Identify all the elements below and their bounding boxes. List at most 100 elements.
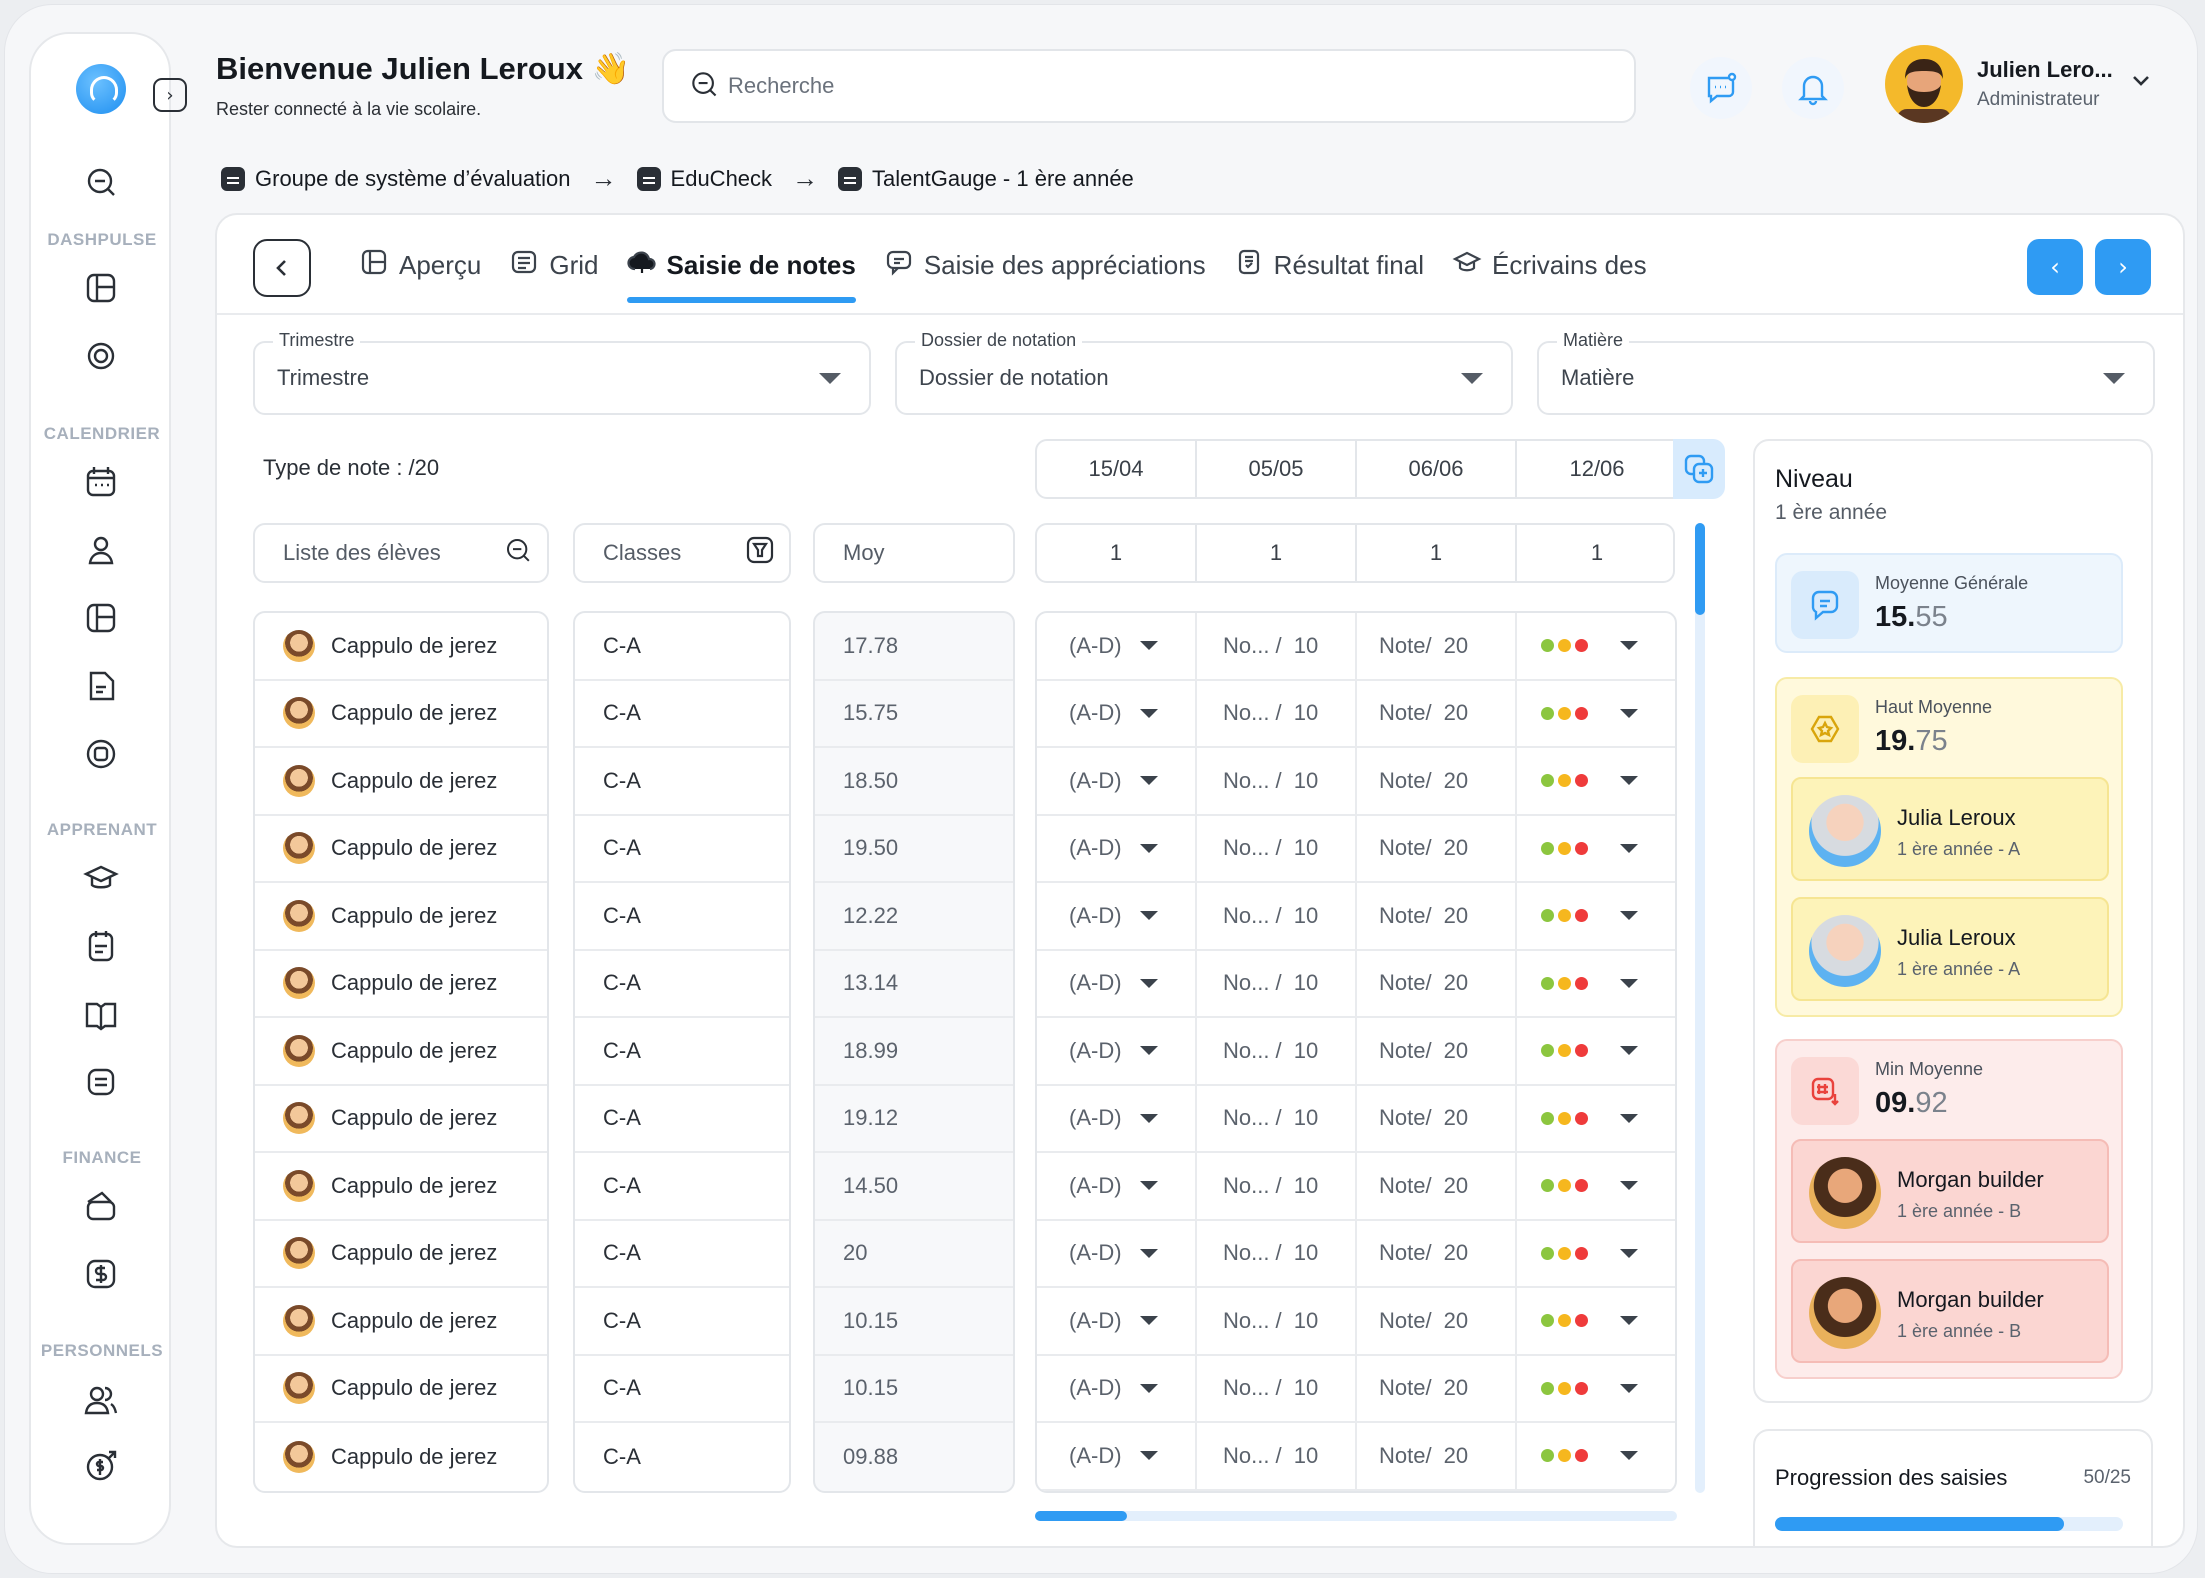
status-select[interactable] <box>1517 1018 1675 1086</box>
table-row[interactable]: Cappulo de jerez <box>255 1423 547 1491</box>
note20-input[interactable]: Note/20 <box>1357 883 1517 951</box>
table-row[interactable]: Cappulo de jerez <box>255 1018 547 1086</box>
filter-dossier[interactable]: Dossier de notation Dossier de notation <box>895 330 1513 415</box>
status-select[interactable] <box>1517 681 1675 748</box>
table-row[interactable]: Cappulo de jerez <box>255 1288 547 1356</box>
notes-icon[interactable] <box>83 928 119 964</box>
search-bar[interactable] <box>662 49 1636 123</box>
note20-input[interactable]: Note/20 <box>1357 950 1517 1018</box>
user-name[interactable]: Julien Lero... <box>1977 57 2113 83</box>
search-icon[interactable] <box>503 535 533 571</box>
low-student-card[interactable]: Morgan builder 1 ère année - B <box>1791 1139 2109 1243</box>
sidebar-collapse-button[interactable]: › <box>153 78 187 112</box>
note10-input[interactable]: No.../ 10 <box>1197 1018 1357 1086</box>
tabs-prev-button[interactable]: ‹ <box>2027 239 2083 295</box>
coefficient-cell[interactable]: 1 <box>1197 525 1357 581</box>
note10-input[interactable]: No.../ 10 <box>1197 1423 1357 1491</box>
tab-saisie-des-appr-ciations[interactable]: Saisie des appréciations <box>870 215 1220 315</box>
date-header[interactable]: 12/06 <box>1517 441 1677 497</box>
note10-input[interactable]: No.../ 10 <box>1197 1153 1357 1221</box>
status-select[interactable] <box>1517 1288 1675 1356</box>
add-date-button[interactable] <box>1673 439 1725 499</box>
coefficient-cell[interactable]: 1 <box>1037 525 1197 581</box>
tab-saisie-de-notes[interactable]: Saisie de notes <box>613 215 870 315</box>
letter-grade-select[interactable]: (A-D) <box>1037 1085 1197 1153</box>
notifications-button[interactable] <box>1782 57 1844 119</box>
dashboard-icon[interactable] <box>83 270 119 306</box>
messages-button[interactable] <box>1690 57 1752 119</box>
search-icon[interactable] <box>83 164 119 200</box>
layout-icon[interactable] <box>83 600 119 636</box>
note10-input[interactable]: No.../ 10 <box>1197 748 1357 816</box>
status-select[interactable] <box>1517 883 1675 951</box>
note20-input[interactable]: Note/20 <box>1357 1423 1517 1491</box>
vertical-scrollbar-thumb[interactable] <box>1695 523 1705 615</box>
note10-input[interactable]: No.../ 10 <box>1197 883 1357 951</box>
note20-input[interactable]: Note/20 <box>1357 1085 1517 1153</box>
top-student-card[interactable]: Julia Leroux 1 ère année - A <box>1791 897 2109 1001</box>
letter-grade-select[interactable]: (A-D) <box>1037 1018 1197 1086</box>
app-logo[interactable] <box>76 64 126 114</box>
document-icon[interactable] <box>83 668 119 704</box>
status-select[interactable] <box>1517 1423 1675 1491</box>
status-select[interactable] <box>1517 1356 1675 1423</box>
tab-aper-u[interactable]: Aperçu <box>345 215 495 315</box>
coefficient-cell[interactable]: 1 <box>1517 525 1677 581</box>
pulse-icon[interactable] <box>83 338 119 374</box>
status-select[interactable] <box>1517 748 1675 816</box>
user-icon[interactable] <box>83 532 119 568</box>
tab--crivains-des-notes[interactable]: Écrivains des Notes <box>1438 215 1655 315</box>
exam-icon[interactable] <box>83 736 119 772</box>
filter-trimestre[interactable]: Trimestre Trimestre <box>253 330 871 415</box>
note10-input[interactable]: No.../ 10 <box>1197 1085 1357 1153</box>
note10-input[interactable]: No.../ 10 <box>1197 1220 1357 1288</box>
date-header[interactable]: 05/05 <box>1197 441 1357 497</box>
table-row[interactable]: Cappulo de jerez <box>255 1086 547 1153</box>
students-column-header[interactable]: Liste des élèves <box>253 523 549 583</box>
table-row[interactable]: Cappulo de jerez <box>255 681 547 748</box>
status-select[interactable] <box>1517 1221 1675 1288</box>
note20-input[interactable]: Note/20 <box>1357 1288 1517 1356</box>
table-row[interactable]: Cappulo de jerez <box>255 1153 547 1221</box>
letter-grade-select[interactable]: (A-D) <box>1037 1220 1197 1288</box>
note10-input[interactable]: No.../ 10 <box>1197 1288 1357 1356</box>
note20-input[interactable]: Note/20 <box>1357 613 1517 681</box>
table-row[interactable]: Cappulo de jerez <box>255 613 547 681</box>
breadcrumb-item-educheck[interactable]: EduCheck <box>636 166 772 192</box>
status-select[interactable] <box>1517 613 1675 681</box>
dollar-icon[interactable] <box>83 1256 119 1292</box>
book-icon[interactable] <box>83 996 119 1032</box>
date-header[interactable]: 06/06 <box>1357 441 1517 497</box>
classes-column-header[interactable]: Classes <box>573 523 791 583</box>
letter-grade-select[interactable]: (A-D) <box>1037 815 1197 883</box>
status-select[interactable] <box>1517 1153 1675 1221</box>
note20-input[interactable]: Note/20 <box>1357 748 1517 816</box>
note20-input[interactable]: Note/20 <box>1357 815 1517 883</box>
note10-input[interactable]: No.../ 10 <box>1197 950 1357 1018</box>
breadcrumb-item-talentgauge[interactable]: TalentGauge - 1 ère année <box>838 166 1134 192</box>
table-row[interactable]: Cappulo de jerez <box>255 816 547 883</box>
note10-input[interactable]: No.../ 10 <box>1197 680 1357 748</box>
letter-grade-select[interactable]: (A-D) <box>1037 1153 1197 1221</box>
date-header[interactable]: 15/04 <box>1037 441 1197 497</box>
note20-input[interactable]: Note/20 <box>1357 1153 1517 1221</box>
wallet-icon[interactable] <box>83 1188 119 1224</box>
letter-grade-select[interactable]: (A-D) <box>1037 748 1197 816</box>
table-row[interactable]: Cappulo de jerez <box>255 1221 547 1288</box>
letter-grade-select[interactable]: (A-D) <box>1037 1423 1197 1491</box>
note20-input[interactable]: Note/20 <box>1357 680 1517 748</box>
filter-matiere[interactable]: Matière Matière <box>1537 330 2155 415</box>
search-input[interactable] <box>728 73 1328 99</box>
chevron-down-icon[interactable] <box>2130 69 2152 97</box>
letter-grade-select[interactable]: (A-D) <box>1037 950 1197 1018</box>
tabs-next-button[interactable]: › <box>2095 239 2151 295</box>
status-select[interactable] <box>1517 1086 1675 1153</box>
horizontal-scrollbar-thumb[interactable] <box>1035 1511 1127 1521</box>
back-button[interactable] <box>253 239 311 297</box>
list-icon[interactable] <box>83 1064 119 1100</box>
calendar-icon[interactable] <box>83 464 119 500</box>
note20-input[interactable]: Note/20 <box>1357 1018 1517 1086</box>
letter-grade-select[interactable]: (A-D) <box>1037 680 1197 748</box>
table-row[interactable]: Cappulo de jerez <box>255 748 547 816</box>
note20-input[interactable]: Note/20 <box>1357 1355 1517 1423</box>
